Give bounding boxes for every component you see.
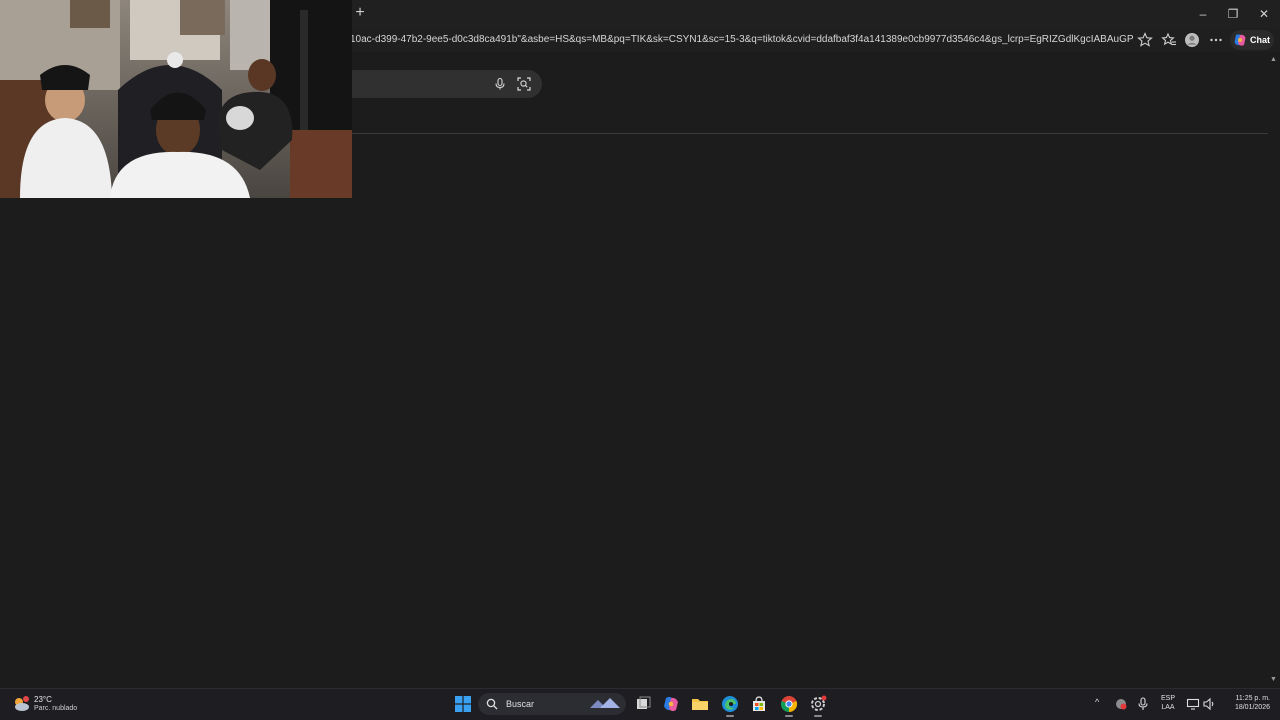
weather-desc: Parc. nublado	[34, 705, 78, 712]
language-line1: ESP	[1160, 695, 1175, 702]
clock-date: 18/01/2026	[1234, 704, 1270, 711]
restore-button[interactable]: ❐	[1218, 4, 1248, 24]
system-clock[interactable]: 11:25 p. m. 18/01/2026	[1222, 694, 1270, 712]
address-bar[interactable]: 10ac-d399-47b2-9ee5-d0c3d8ca491b"&asbe=H…	[350, 30, 1134, 50]
settings-active-indicator	[814, 715, 822, 717]
copilot-icon	[1234, 34, 1246, 46]
weather-widget[interactable]: 23°C Parc. nublado	[12, 692, 77, 716]
edge-active-indicator	[726, 715, 734, 717]
microphone-icon[interactable]	[493, 77, 507, 91]
copilot-chat-button[interactable]: Chat	[1230, 30, 1274, 50]
scroll-up-icon[interactable]: ▲	[1270, 56, 1277, 63]
chrome-active-indicator	[785, 715, 793, 717]
task-view-icon[interactable]	[633, 694, 653, 714]
profile-icon[interactable]	[1183, 31, 1201, 49]
search-highlight-icon	[590, 698, 620, 708]
search-placeholder: Buscar	[506, 699, 535, 709]
chrome-icon[interactable]	[779, 694, 799, 714]
display-icon[interactable]	[1186, 697, 1200, 711]
settings-icon[interactable]	[808, 694, 828, 714]
scroll-down-icon[interactable]: ▼	[1270, 676, 1277, 683]
more-icon[interactable]	[1207, 31, 1225, 49]
file-explorer-icon[interactable]	[690, 694, 710, 714]
store-icon[interactable]	[749, 694, 769, 714]
edge-icon[interactable]	[720, 694, 740, 714]
close-button[interactable]: ✕	[1249, 4, 1279, 24]
search-icon	[486, 698, 498, 710]
chevron-up-icon[interactable]: ^	[1095, 697, 1099, 707]
windows-start-icon[interactable]	[453, 694, 473, 714]
scrollbar[interactable]	[1268, 52, 1280, 688]
weather-temp: 23°C	[34, 695, 52, 704]
header-divider	[352, 133, 1268, 134]
star-add-icon[interactable]	[1136, 31, 1154, 49]
microphone-icon[interactable]	[1137, 697, 1149, 711]
minimize-button[interactable]: –	[1188, 4, 1218, 24]
favorites-icon[interactable]	[1160, 31, 1178, 49]
language-line2: LAA	[1161, 704, 1175, 711]
screen: + – ❐ ✕ 10ac-d399-47b2-9ee5-d0c3d8ca491b…	[0, 0, 1280, 720]
copilot-icon[interactable]	[661, 694, 681, 714]
webcam-image	[0, 0, 352, 198]
search-box[interactable]	[352, 70, 542, 98]
clock-time: 11:25 p. m.	[1235, 695, 1270, 702]
chat-label: Chat	[1250, 35, 1270, 45]
visual-search-icon[interactable]	[516, 76, 532, 92]
language-indicator[interactable]: ESP LAA	[1158, 694, 1178, 712]
taskbar-search[interactable]: Buscar	[478, 693, 626, 715]
new-tab-button[interactable]: +	[352, 5, 368, 21]
network-icon[interactable]	[1114, 697, 1128, 711]
webcam-overlay	[0, 0, 352, 198]
weather-icon	[15, 696, 29, 711]
volume-icon[interactable]	[1202, 697, 1216, 711]
